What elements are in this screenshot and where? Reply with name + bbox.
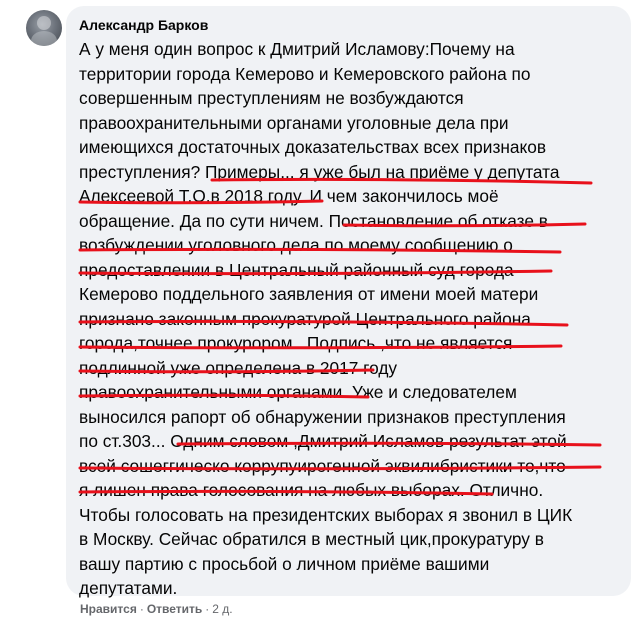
avatar-head-shape	[37, 16, 51, 30]
avatar-body-shape	[31, 31, 57, 46]
comment-author[interactable]: Александр Барков	[79, 16, 621, 34]
comment-line: Чтобы голосовать на президентских выбора…	[79, 504, 573, 525]
comment-line: признано законным прокуратурой Центральн…	[79, 308, 531, 329]
separator-dot: ·	[205, 602, 210, 616]
comment-line: города,точнее прокурором . Подпись ,что …	[79, 333, 513, 353]
comment-line: всей сошеггическо коррупуирогенной эквил…	[79, 455, 566, 476]
comment-line: возбуждении уголовного дела по моему соо…	[79, 235, 513, 255]
comment-line: совершенным преступлениям не возбуждаютс…	[79, 88, 464, 108]
comment-line: А у меня один вопрос к Дмитрий Исламову:…	[79, 39, 515, 59]
comment-line: территории города Кемерово и Кемеровског…	[79, 63, 531, 84]
comment-line: подлинной уже определена в 2017 году	[79, 357, 398, 378]
comment-line: правоохранительными органами. Уже и след…	[79, 382, 517, 402]
separator-dot: ·	[139, 602, 144, 616]
comment-line: вашу партию с просьбой о личном приёме в…	[79, 553, 490, 574]
avatar[interactable]	[26, 10, 62, 46]
comment-line: в Москву. Сейчас обратился в местный цик…	[79, 529, 544, 549]
comment-line: Алексеевой Т.О.в 2018 году. И чем законч…	[79, 186, 499, 206]
comment-line: выносился рапорт об обнаружении признако…	[79, 406, 566, 427]
comment-bubble: Александр Барков А у меня один вопрос к …	[66, 6, 631, 598]
like-link[interactable]: Нравится	[80, 602, 137, 616]
comment-line: имеющихся достаточных доказательствах вс…	[79, 137, 547, 157]
comment-text: А у меня один вопрос к Дмитрий Исламову:…	[79, 37, 621, 601]
comment-line: по ст.303... Одним словом ,Дмитрий Ислам…	[79, 431, 567, 451]
comment-actions: Нравится · Ответить · 2 д.	[80, 601, 233, 617]
reply-link[interactable]: Ответить	[147, 602, 202, 616]
comment-timestamp[interactable]: 2 д.	[212, 602, 232, 616]
comment-line: обращение. Да по сути ничем. Постановлен…	[79, 210, 548, 231]
comment-line: депутатами.	[79, 578, 178, 598]
comment-line: Кемерово поддельного заявления от имени …	[79, 284, 539, 304]
comment-line: я лишен права голосования на любых выбор…	[79, 480, 544, 500]
comment-line: преступления? Примеры... я уже был на пр…	[79, 161, 560, 182]
comment-line: правоохранительными органами уголовные д…	[79, 112, 509, 133]
comment-line: предоставлении в Центральный районный су…	[79, 259, 514, 280]
